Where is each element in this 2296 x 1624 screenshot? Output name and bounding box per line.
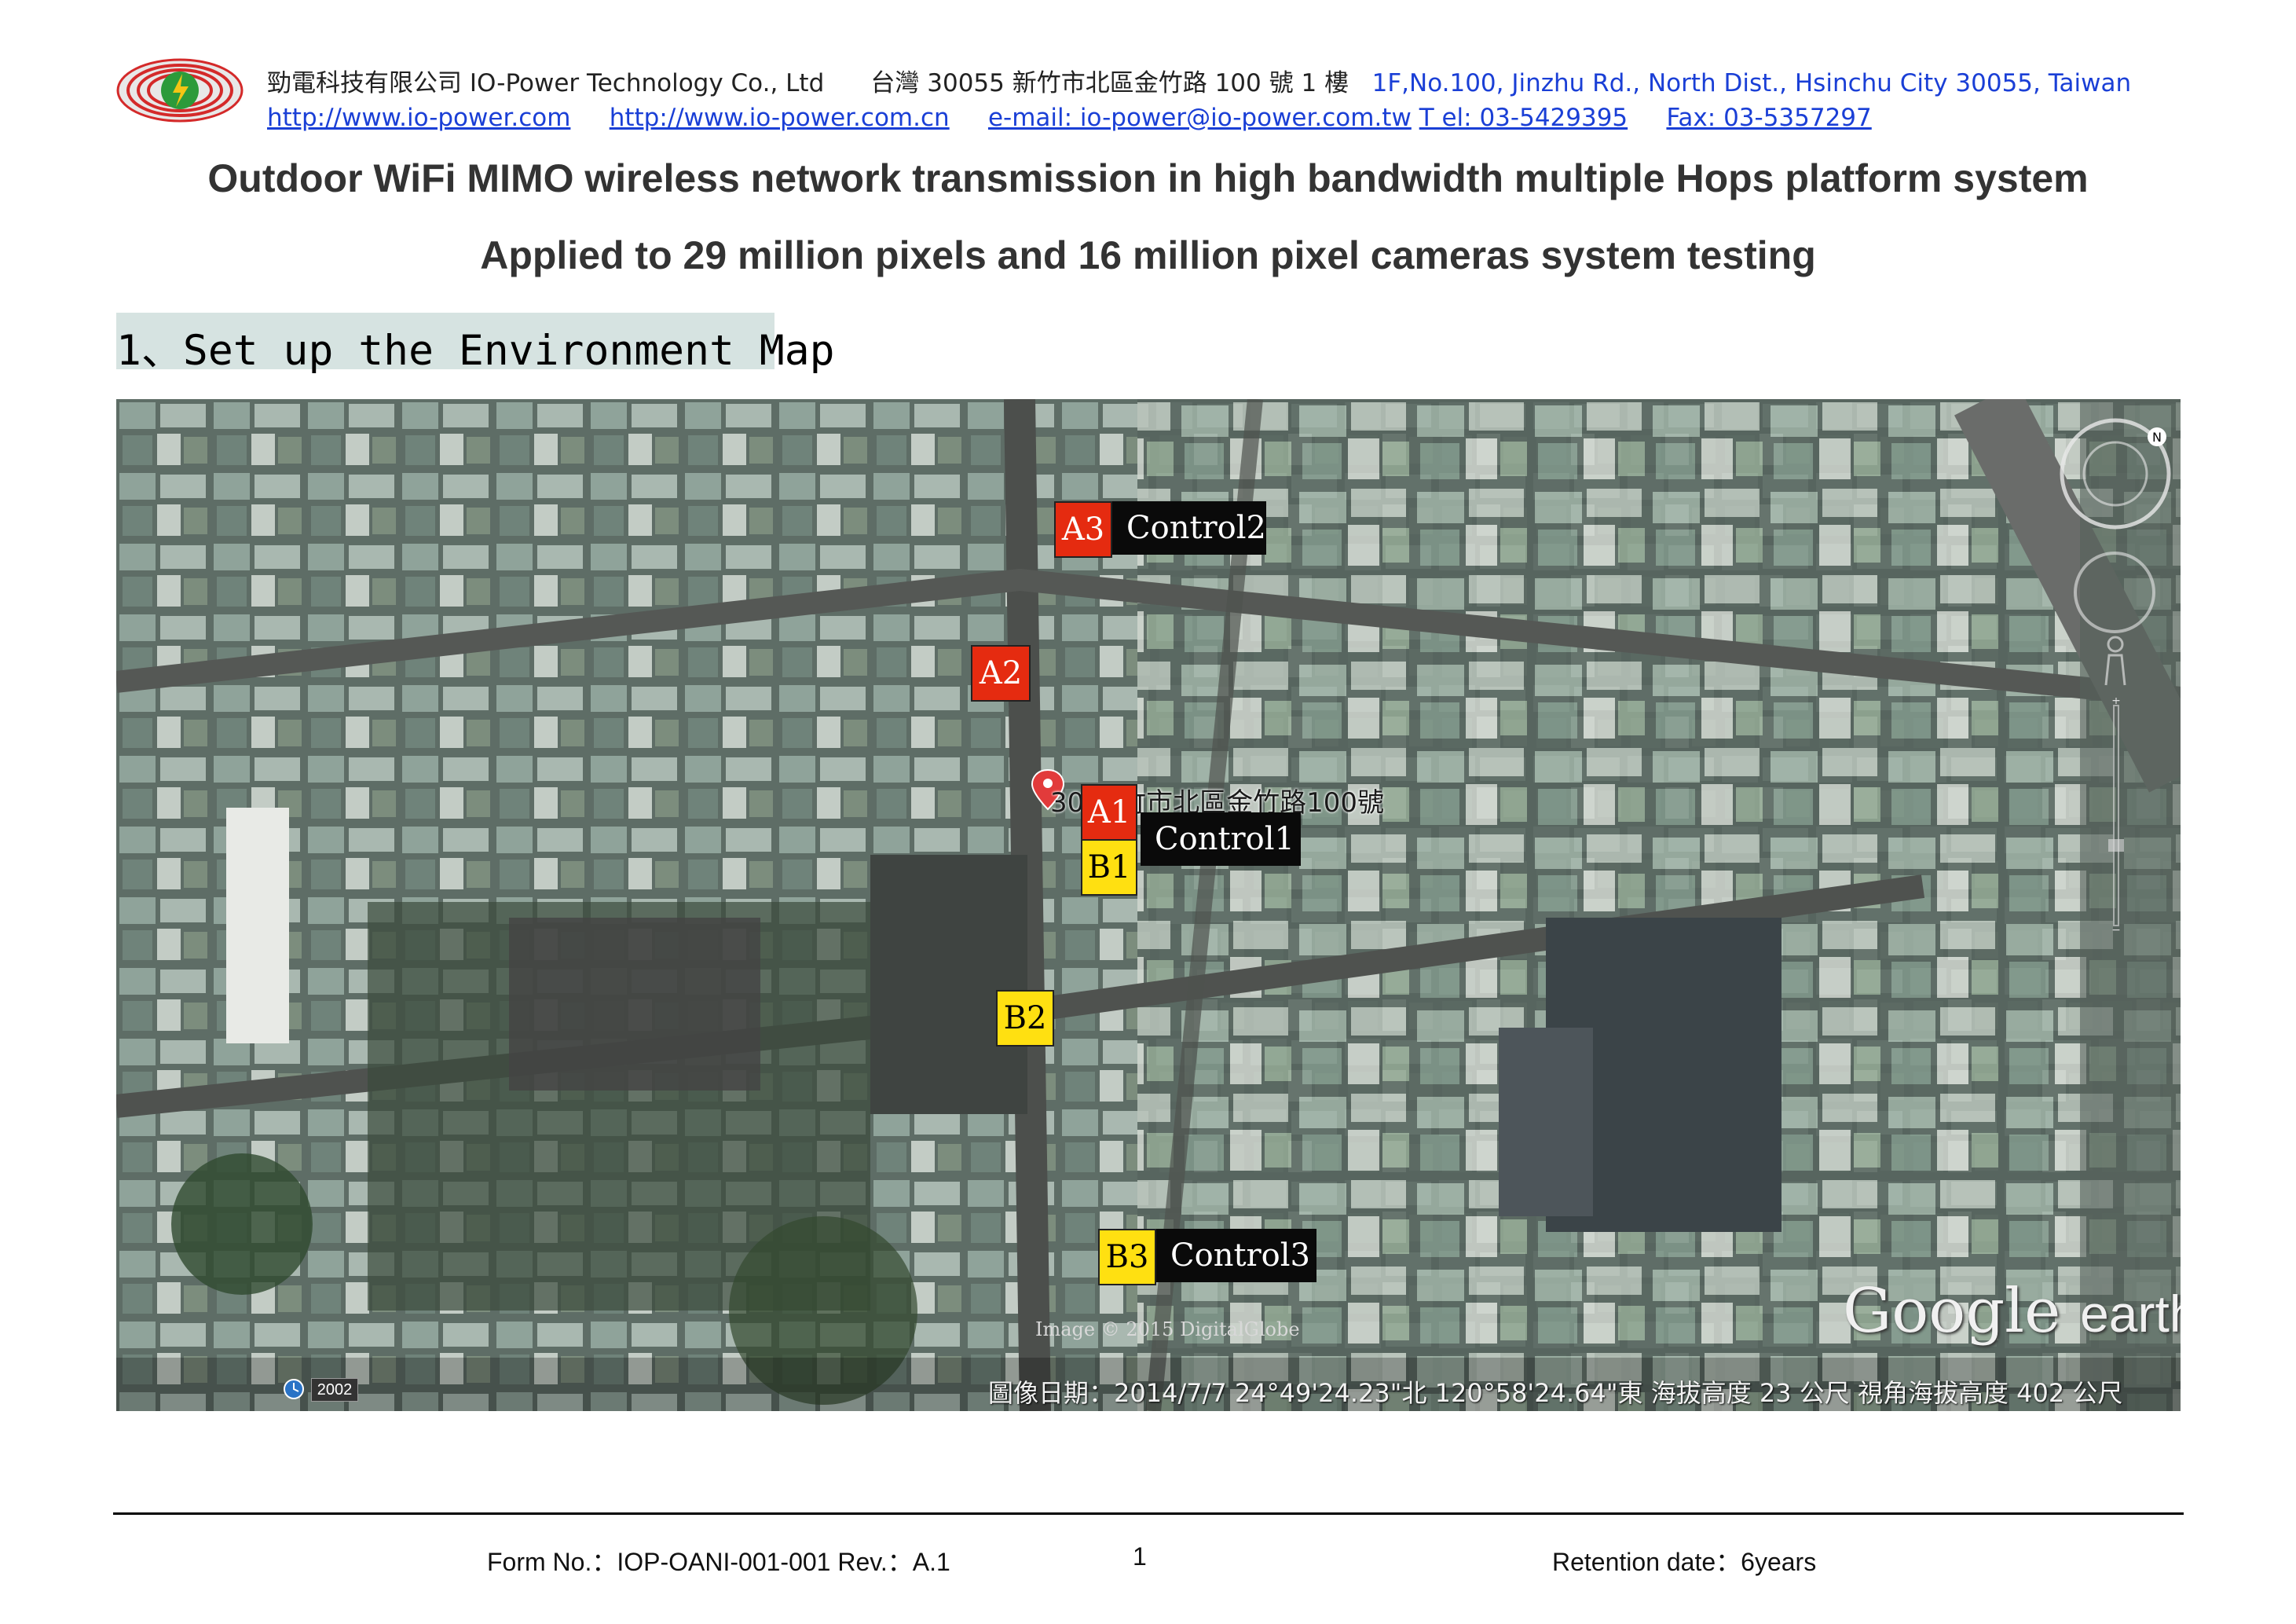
satellite-map[interactable]: 30 新竹市北區金竹路100號 A3 Control2 A2 A1 Contro… xyxy=(116,399,2181,1411)
marker-b1: B1 xyxy=(1081,839,1137,896)
header-company-line: 勁電科技有限公司 IO-Power Technology Co., Ltd 台灣… xyxy=(267,63,2131,98)
fax-text: Fax: 03-5357297 xyxy=(1666,104,1872,132)
historical-imagery-icon[interactable] xyxy=(283,1378,305,1400)
map-status-bar: 圖像日期：2014/7/7 24°49'24.23"北 120°58'24.64… xyxy=(988,1378,2123,1408)
section-heading: 1、Set up the Environment Map xyxy=(116,327,835,375)
marker-b3: B3 xyxy=(1098,1229,1156,1285)
website-cn-link[interactable]: http://www.io-power.com.cn xyxy=(610,104,950,132)
compass-icon[interactable]: N xyxy=(2056,415,2174,533)
document-title: Outdoor WiFi MIMO wireless network trans… xyxy=(207,156,2089,200)
label-control2: Control2 xyxy=(1112,501,1266,555)
footer-form-number: Form No.：IOP-OANI-001-001 Rev.：A.1 xyxy=(487,1548,950,1576)
label-control3: Control3 xyxy=(1156,1229,1316,1282)
zoom-slider[interactable]: + − xyxy=(2107,698,2126,933)
email-link[interactable]: e-mail: io-power@io-power.com.tw xyxy=(988,104,1412,132)
svg-text:+: + xyxy=(2111,698,2121,707)
image-credit: Image © 2015 DigitalGlobe xyxy=(1035,1318,1300,1340)
google-logo-text: Google xyxy=(1843,1276,2061,1347)
marker-a1: A1 xyxy=(1081,784,1137,841)
year-badge: 2002 xyxy=(311,1378,358,1402)
header-contact-line: http://www.io-power.com http://www.io-po… xyxy=(267,104,1872,132)
tel-text: T el: 03-5429395 xyxy=(1419,104,1628,132)
footer-retention-date: Retention date：6years xyxy=(1552,1548,1817,1576)
marker-a3: A3 xyxy=(1054,501,1112,558)
google-earth-logo: Google earth xyxy=(1843,1276,2181,1347)
marker-b2: B2 xyxy=(996,990,1054,1047)
earth-logo-text: earth xyxy=(2080,1285,2181,1343)
street-view-person-icon[interactable] xyxy=(2101,635,2129,690)
marker-a2: A2 xyxy=(971,645,1031,702)
website-link[interactable]: http://www.io-power.com xyxy=(267,104,570,132)
document-subtitle: Applied to 29 million pixels and 16 mill… xyxy=(480,233,1816,277)
address-en: 1F,No.100, Jinzhu Rd., North Dist., Hsin… xyxy=(1371,69,2132,97)
look-joystick-icon[interactable] xyxy=(2060,537,2170,647)
footer-divider xyxy=(113,1512,2184,1515)
footer-page-number: 1 xyxy=(1133,1542,1147,1571)
address-cn: 台灣 30055 新竹市北區金竹路 100 號 1 樓 xyxy=(870,69,1349,97)
company-name-cn: 勁電科技有限公司 xyxy=(267,69,462,97)
svg-text:N: N xyxy=(2152,430,2162,445)
company-name-en: IO-Power Technology Co., Ltd xyxy=(469,69,825,97)
label-control1: Control1 xyxy=(1141,812,1301,866)
company-logo xyxy=(116,58,244,123)
svg-text:−: − xyxy=(2111,924,2121,933)
